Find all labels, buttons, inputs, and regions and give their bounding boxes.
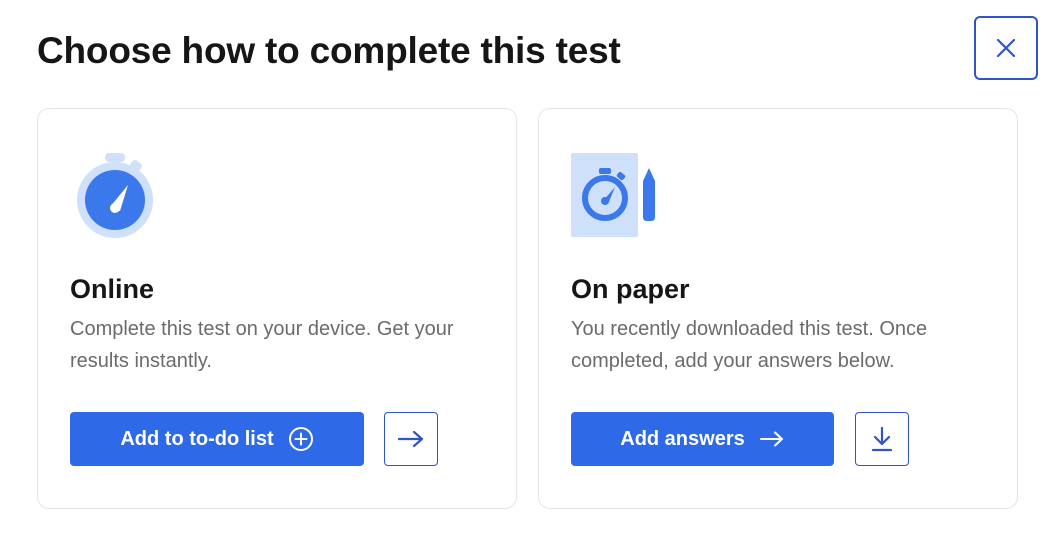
close-button[interactable] <box>974 16 1038 80</box>
add-answers-button[interactable]: Add answers <box>571 412 834 466</box>
button-label: Add to to-do list <box>120 427 274 450</box>
stopwatch-icon <box>70 151 160 241</box>
option-title: Online <box>70 274 155 304</box>
option-description: You recently downloaded this test. Once … <box>571 318 928 372</box>
plus-circle-icon <box>288 426 314 452</box>
option-card-paper: On paper You recently downloaded this te… <box>538 108 1018 509</box>
option-title: On paper <box>571 274 690 304</box>
arrow-right-icon <box>397 429 425 449</box>
arrow-right-icon <box>759 429 785 449</box>
modal-title: Choose how to complete this test <box>37 30 621 71</box>
add-to-todo-list-button[interactable]: Add to to-do list <box>70 412 364 466</box>
option-card-online: Online Complete this test on your device… <box>37 108 517 509</box>
download-icon <box>870 425 894 453</box>
download-button[interactable] <box>855 412 909 466</box>
stopwatch-pencil-icon <box>571 151 661 241</box>
button-label: Add answers <box>620 427 745 450</box>
option-description: Complete this test on your device. Get y… <box>70 318 454 372</box>
close-icon <box>995 37 1017 59</box>
start-online-button[interactable] <box>384 412 438 466</box>
